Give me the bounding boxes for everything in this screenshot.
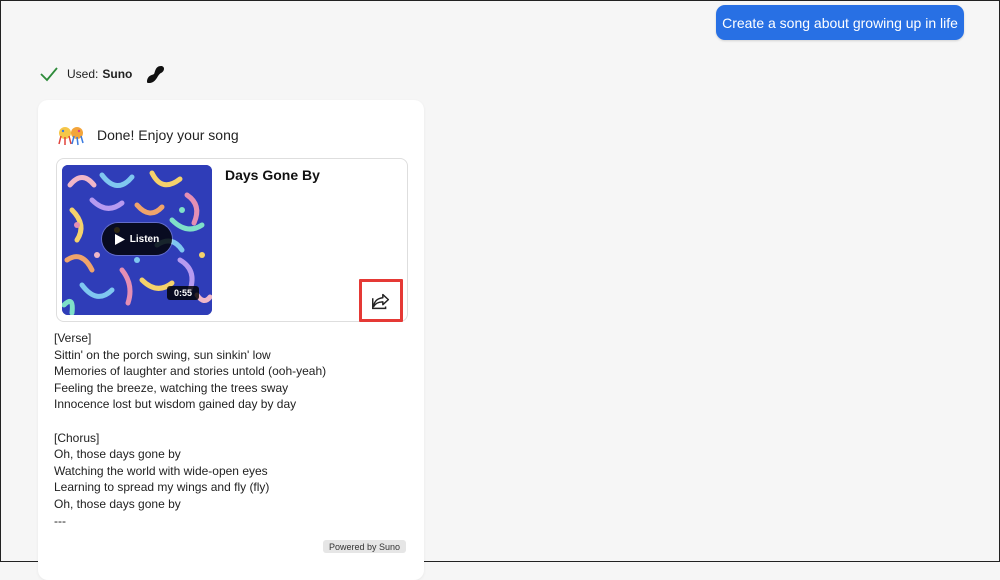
user-prompt-bubble: Create a song about growing up in life	[716, 5, 964, 40]
suno-logo-icon	[147, 66, 165, 83]
used-tool-name: Suno	[102, 67, 133, 81]
song-lyrics: [Verse] Sittin' on the porch swing, sun …	[54, 330, 326, 529]
song-embed: Listen 0:55 Days Gone By	[56, 158, 408, 322]
powered-by-badge: Powered by Suno	[323, 540, 407, 553]
song-title: Days Gone By	[225, 167, 320, 183]
song-result-card: Done! Enjoy your song Listen 0:55 Days G…	[38, 100, 424, 580]
lyrics-line: Watching the world with wide-open eyes	[54, 463, 268, 478]
lyrics-line: Feeling the breeze, watching the trees s…	[54, 380, 289, 395]
share-button[interactable]	[359, 279, 403, 322]
share-icon	[372, 293, 390, 309]
lyrics-line: [Verse]	[54, 331, 92, 345]
lyrics-line: Memories of laughter and stories untold …	[54, 364, 327, 379]
lyrics-line	[54, 413, 326, 430]
lyrics-line: ---	[54, 513, 66, 528]
lyrics-line: Learning to spread my wings and fly (fly…	[54, 480, 270, 495]
check-icon	[40, 67, 58, 82]
listen-button[interactable]: Listen	[102, 223, 172, 255]
used-label: Used:	[67, 67, 99, 81]
duration-badge: 0:55	[167, 286, 199, 300]
lyrics-line: Innocence lost but wisdom gained day by …	[54, 397, 297, 412]
status-row: Done! Enjoy your song	[57, 124, 239, 146]
status-text: Done! Enjoy your song	[97, 127, 239, 143]
lyrics-line: Oh, those days gone by	[54, 496, 181, 511]
lyrics-line: [Chorus]	[54, 430, 100, 445]
listen-label: Listen	[129, 233, 160, 245]
lyrics-line: Oh, those days gone by	[54, 447, 181, 462]
lyrics-line: Sittin' on the porch swing, sun sinkin' …	[54, 347, 271, 362]
party-popper-icon	[58, 127, 84, 146]
song-cover-art[interactable]: Listen 0:55	[62, 165, 212, 315]
play-icon	[114, 233, 125, 245]
used-tool-row: Used: Suno	[39, 63, 166, 85]
